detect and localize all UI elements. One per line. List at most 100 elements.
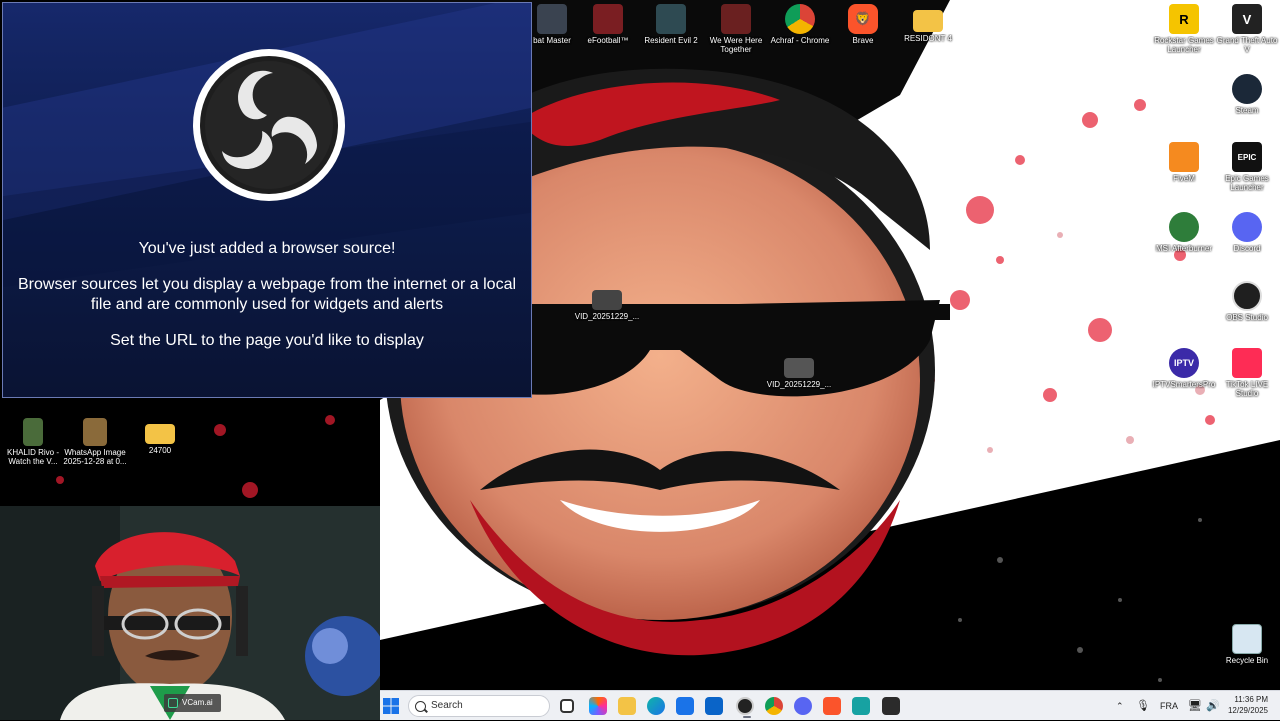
desktop-icon-label: Resident Evil 2 [644,36,698,45]
desktop-icon-label: eFootball™ [587,36,629,45]
combat-master-icon [537,4,567,34]
desktop-icon-folder-24700[interactable]: 24700 [127,418,193,455]
vcam-badge: VCam.ai [164,694,221,712]
clock-time: 11:36 PM [1234,695,1268,704]
desktop-icon-label: 24700 [148,446,172,455]
desktop-icon-discord[interactable]: Discord [1214,212,1280,253]
nvidia-taskbar-icon[interactable] [882,697,900,715]
folder-icon [145,424,175,444]
desktop-icon-whatsapp-image[interactable]: WhatsApp Image 2025-12-28 at 0... [62,418,128,466]
resident-evil-2-icon [656,4,686,34]
desktop-icon-rockstar-launcher[interactable]: R Rockstar Games Launcher [1151,4,1217,54]
overlay-instruction: Set the URL to the page you'd like to di… [110,332,424,349]
obs-icon [1232,281,1262,311]
msi-afterburner-icon [1169,212,1199,242]
desktop-icon-label: VID_20251229_... [574,312,640,321]
desktop-icon-fivem[interactable]: FiveM [1151,142,1217,183]
obs-logo-icon [193,49,345,201]
desktop-icon-achraf-chrome[interactable]: Achraf - Chrome [767,4,833,45]
desktop-icon-iptv-smarters[interactable]: IPTV IPTVSmartersPro [1151,348,1217,389]
taskbar: Search ⌃ 🎙 FRA 🖥 🔊 11:36 PM 12/29/2025 [380,690,1280,720]
desktop-icon-label: Steam [1235,106,1259,115]
desktop-icon-label: Epic Games Launcher [1225,174,1269,192]
discord-taskbar-icon[interactable] [794,697,812,715]
obs-browser-source-panel: You've just added a browser source! Brow… [2,2,532,398]
desktop-icon-recycle-bin[interactable]: Recycle Bin [1214,624,1280,665]
desktop-icon-label: MSI Afterburner [1155,244,1213,253]
edge-icon[interactable] [647,697,665,715]
webcam-image [0,506,380,720]
desktop-icon-label: TikTok LIVE Studio [1225,380,1269,398]
webcam-feed: VCam.ai [0,506,380,720]
video-file-icon [784,358,814,378]
desktop-icon-msi-afterburner[interactable]: MSI Afterburner [1151,212,1217,253]
task-view-button[interactable] [560,699,574,713]
video-file-icon [592,290,622,310]
desktop-icon-resident-evil-2[interactable]: Resident Evil 2 [638,4,704,45]
volume-icon[interactable]: 🔊 [1206,691,1220,721]
store-icon[interactable] [676,697,694,715]
desktop-icon-label: Rockstar Games Launcher [1154,36,1214,54]
chrome-taskbar-icon[interactable] [765,697,783,715]
clock[interactable]: 11:36 PM 12/29/2025 [1228,694,1268,716]
desktop-icon-label: FiveM [1173,174,1195,183]
discord-icon [1232,212,1262,242]
app-taskbar-icon[interactable] [852,697,870,715]
desktop-icon-gta-v[interactable]: V Grand Theft Auto V [1214,4,1280,54]
desktop-icon-label: Discord [1233,244,1261,253]
desktop-icon-video-file[interactable]: VID_20251229_... [766,358,832,389]
network-icon[interactable]: 🖥 [1188,691,1202,721]
desktop-icon-label: We Were Here Together [709,36,763,54]
chrome-icon [785,4,815,34]
video-file-icon [23,418,43,446]
steam-icon [1232,74,1262,104]
desktop-icon-tiktok-live-studio[interactable]: TikTok LIVE Studio [1214,348,1280,398]
brave-taskbar-icon[interactable] [823,697,841,715]
clock-date: 12/29/2025 [1227,706,1268,715]
desktop-icon-label: Achraf - Chrome [770,36,830,45]
start-button[interactable] [382,697,400,715]
desktop-icon-epic-games[interactable]: EPIC Epic Games Launcher [1214,142,1280,192]
desktop-icon-label: bat Master [533,36,571,45]
search-placeholder: Search [431,700,463,711]
vcam-label: VCam.ai [182,698,213,707]
obs-taskbar-icon[interactable] [736,697,754,718]
desktop-icon-label: Recycle Bin [1225,656,1269,665]
outlook-icon[interactable] [705,697,723,715]
desktop-icon-label: Grand Theft Auto V [1216,36,1278,54]
copilot-icon[interactable] [589,697,607,715]
gta-icon: V [1232,4,1262,34]
overlay-description: Browser sources let you display a webpag… [17,276,517,313]
desktop-icon-label: RESIDONT 4 [904,34,952,43]
desktop-icon-obs-studio[interactable]: OBS Studio [1214,281,1280,322]
epic-games-icon: EPIC [1232,142,1262,172]
language-indicator[interactable]: FRA [1160,691,1178,721]
desktop-icon-efootball[interactable]: eFootball™ [575,4,641,45]
desktop-icon-combat-master[interactable]: bat Master [531,4,573,45]
overlay-heading: You've just added a browser source! [138,240,396,257]
desktop-icon-resident-4[interactable]: RESIDONT 4 [895,4,961,43]
desktop-icon-steam[interactable]: Steam [1214,74,1280,115]
desktop-icon-label: WhatsApp Image 2025-12-28 at 0... [63,448,127,466]
desktop-icon-video-file[interactable]: VID_20251229_... [574,290,640,321]
desktop-icon-we-were-here-together[interactable]: We Were Here Together [703,4,769,54]
desktop-icon-label: Brave [852,36,874,45]
fivem-icon [1169,142,1199,172]
microphone-icon[interactable]: 🎙 [1136,691,1150,721]
taskbar-search-box[interactable]: Search [408,695,550,717]
desktop-icon-khalid-video[interactable]: KHALID Rivo - Watch the V... [0,418,66,466]
recycle-bin-icon [1232,624,1262,654]
file-explorer-icon[interactable] [618,697,636,715]
tiktok-icon [1232,348,1262,378]
rockstar-icon: R [1169,4,1199,34]
we-were-here-icon [721,4,751,34]
desktop-icon-brave[interactable]: 🦁 Brave [830,4,896,45]
vcam-icon [168,698,178,708]
tray-overflow-chevron-icon[interactable]: ⌃ [1116,691,1124,721]
image-file-icon [83,418,107,446]
efootball-icon [593,4,623,34]
desktop-icon-label: IPTVSmartersPro [1152,380,1216,389]
search-icon [415,701,426,712]
folder-icon [913,10,943,32]
brave-icon: 🦁 [848,4,878,34]
